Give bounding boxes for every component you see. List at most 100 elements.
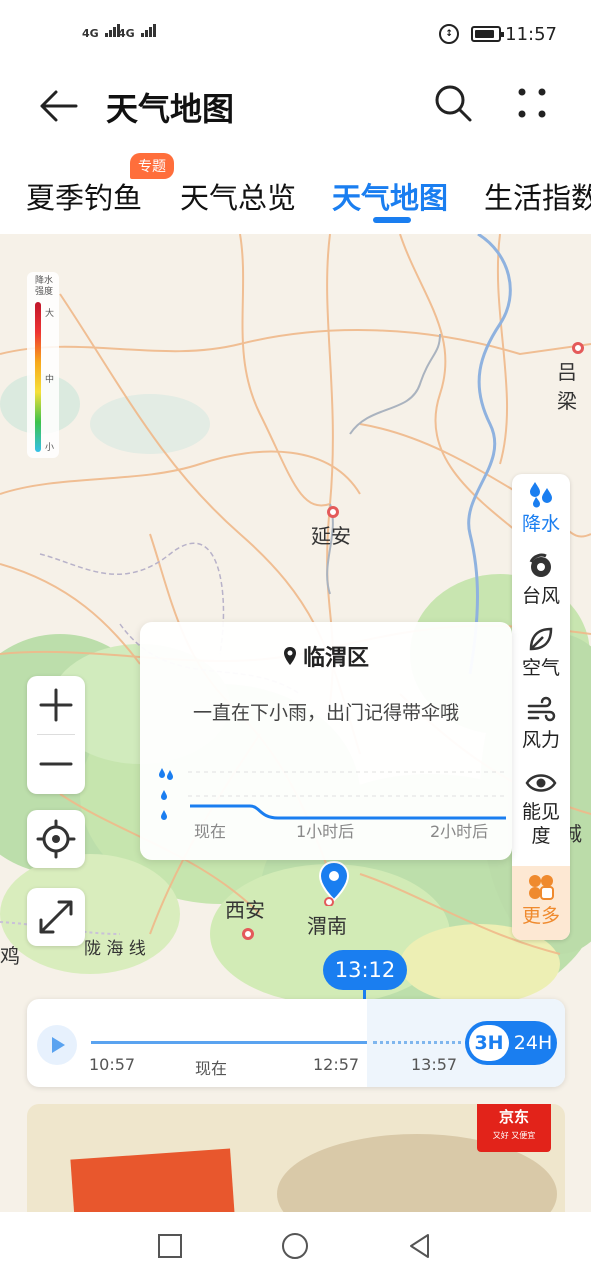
popup-axis-2h: 2小时后 <box>430 822 489 841</box>
ad-image-block <box>70 1148 236 1212</box>
battery-icon <box>471 26 504 42</box>
rain-intensity-icon <box>159 768 173 820</box>
popup-axis-1h: 1小时后 <box>296 822 355 841</box>
layer-visibility[interactable]: 能见度 <box>512 768 570 848</box>
signal-bars-icon <box>140 24 157 40</box>
more-options-button[interactable] <box>510 82 554 126</box>
ad-brand: 京东 <box>498 1108 529 1126</box>
city-marker[interactable] <box>572 342 584 354</box>
timeline-bar: 10:57 现在 12:57 13:57 3H 24H <box>27 999 565 1087</box>
eye-icon <box>525 774 557 792</box>
more-petals-icon <box>529 875 554 900</box>
leaf-icon <box>529 627 553 651</box>
layer-wind[interactable]: 风力 <box>512 696 570 752</box>
typhoon-icon <box>529 553 551 577</box>
precipitation-legend: 降水强度 大 中 小 <box>27 272 59 458</box>
city-label-yanan: 延安 <box>311 524 351 548</box>
signal-label-2: 4G <box>118 27 135 40</box>
network-speed-icon: ↕ <box>439 24 459 44</box>
layer-label: 风力 <box>521 729 560 751</box>
signal-label-1: 4G <box>82 27 99 40</box>
zoom-out-button[interactable] <box>27 735 85 793</box>
battery-fill <box>475 30 494 38</box>
city-marker[interactable] <box>242 928 254 940</box>
timeline-tick: 10:57 <box>89 1055 136 1074</box>
timeline-track[interactable] <box>91 1041 367 1044</box>
timeline-future-track[interactable] <box>373 1041 469 1044</box>
layer-typhoon[interactable]: 台风 <box>512 552 570 608</box>
tab-life-index[interactable]: 生活指数 <box>484 175 591 217</box>
search-button[interactable] <box>432 82 476 126</box>
timeline-tick: 现在 <box>195 1059 228 1078</box>
play-button[interactable] <box>37 1025 77 1065</box>
dots-grid-icon <box>518 88 546 118</box>
tab-overview[interactable]: 天气总览 <box>180 175 296 217</box>
signal-indicator-1: 4G <box>82 24 121 40</box>
railway-label: 陇 海 线 <box>84 939 146 959</box>
triangle-back-icon <box>410 1234 429 1258</box>
zoom-in-button[interactable] <box>27 676 85 734</box>
forecast-popup[interactable]: 临渭区 一直在下小雨，出门记得带伞哦 现在 1小时后 2小时后 <box>140 622 512 860</box>
city-label-xian: 西安 <box>225 898 265 922</box>
popup-location: 临渭区 <box>140 640 512 672</box>
recent-apps-button[interactable] <box>156 1232 184 1260</box>
legend-color-bar <box>35 302 41 452</box>
location-pin-icon <box>283 646 297 672</box>
tab-bar: 夏季钓鱼 专题 天气总览 天气地图 生活指数 <box>0 145 591 233</box>
plus-icon <box>39 688 73 722</box>
app-header: 天气地图 <box>0 68 591 142</box>
expand-icon <box>39 900 73 934</box>
toggle-24h[interactable]: 24H <box>513 1025 553 1061</box>
ad-banner[interactable]: 京东 又好 又便宜 <box>27 1104 565 1212</box>
topic-badge: 专题 <box>130 153 174 179</box>
back-nav-button[interactable] <box>406 1232 434 1260</box>
city-label-lvliang: 吕梁 <box>557 360 577 413</box>
timeline-tick: 13:57 <box>411 1055 458 1074</box>
toggle-3h[interactable]: 3H <box>469 1025 509 1061</box>
layer-label: 空气 <box>521 657 560 679</box>
layer-label: 能见度 <box>521 801 560 847</box>
layer-air[interactable]: 空气 <box>512 624 570 680</box>
city-marker[interactable] <box>327 506 339 518</box>
active-tab-indicator <box>373 217 411 223</box>
search-icon <box>435 85 472 122</box>
legend-title: 降水强度 <box>34 276 53 297</box>
status-bar: 4G 4G ↕ 11:57 <box>0 0 591 68</box>
clock: 11:57 <box>505 24 557 45</box>
locate-button[interactable] <box>27 810 85 868</box>
play-icon <box>52 1037 65 1053</box>
range-toggle[interactable]: 3H 24H <box>465 1021 557 1065</box>
popup-axis-now: 现在 <box>194 822 227 841</box>
page-title: 天气地图 <box>106 90 235 128</box>
fullscreen-button[interactable] <box>27 888 85 946</box>
precipitation-trend-line <box>188 771 506 820</box>
home-button[interactable] <box>281 1232 309 1260</box>
square-icon <box>158 1234 182 1258</box>
layer-precipitation[interactable]: 降水 <box>512 480 570 536</box>
circle-icon <box>282 1233 308 1259</box>
weather-map[interactable]: 降水强度 大 中 小 吕梁 延安 西安 渭南 鸡 陇 海 线 城 降水 台风 空… <box>0 234 591 1212</box>
wind-icon <box>527 696 556 722</box>
ad-slogan: 又好 又便宜 <box>492 1131 536 1140</box>
tab-fishing[interactable]: 夏季钓鱼 <box>26 175 142 217</box>
layer-more[interactable]: 更多 <box>512 866 570 940</box>
popup-description: 一直在下小雨，出门记得带伞哦 <box>192 702 459 724</box>
crosshair-icon <box>36 819 76 859</box>
layer-selector: 降水 台风 空气 风力 能见度 更多 <box>512 474 570 940</box>
tab-weather-map[interactable]: 天气地图 <box>332 175 448 217</box>
city-label-ji: 鸡 <box>0 944 20 968</box>
city-label-weinan: 渭南 <box>307 914 347 938</box>
layer-label: 降水 <box>521 513 560 535</box>
location-pin-icon[interactable] <box>318 860 350 906</box>
jd-logo: 京东 又好 又便宜 <box>477 1104 551 1152</box>
legend-level-low: 小 <box>45 443 55 453</box>
legend-level-high: 大 <box>45 309 55 319</box>
rain-drops-icon <box>530 482 552 508</box>
legend-level-mid: 中 <box>45 375 55 385</box>
minus-icon <box>39 762 73 766</box>
popup-place-name: 临渭区 <box>302 646 369 671</box>
signal-indicator-2: 4G <box>118 24 157 40</box>
back-button[interactable] <box>36 82 84 130</box>
timeline-tick: 12:57 <box>313 1055 360 1074</box>
arrow-left-icon <box>40 90 78 122</box>
